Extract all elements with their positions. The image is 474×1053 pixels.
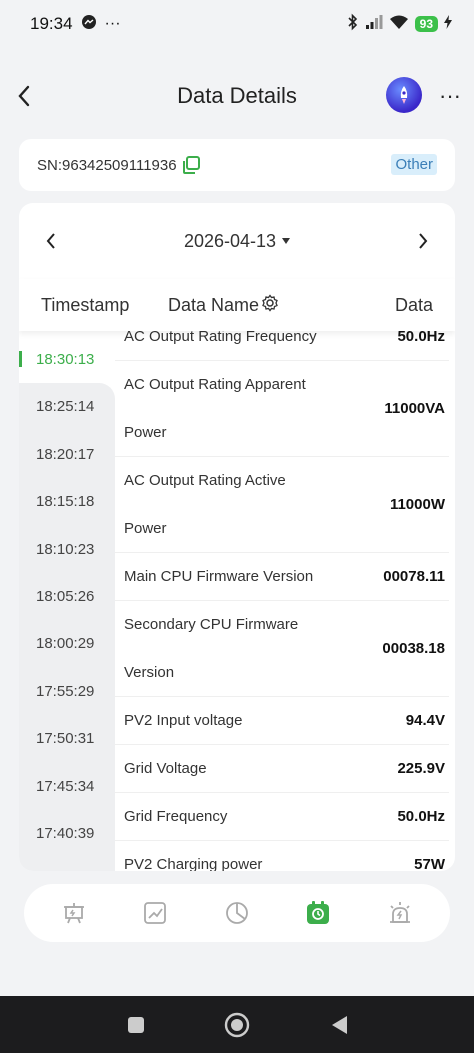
data-row-name: AC Output Rating Active Power (124, 472, 286, 537)
data-row: PV2 Input voltage 94.4V (115, 697, 449, 745)
more-icon: ··· (439, 83, 461, 108)
column-header: Timestamp Data Name Data (19, 279, 455, 331)
chevron-left-icon (46, 233, 55, 249)
data-row-name: Grid Voltage (124, 760, 207, 777)
date-dropdown[interactable]: 2026-04-13 (183, 230, 291, 252)
column-data: Data (394, 294, 433, 315)
data-row: Grid Voltage 225.9V (115, 745, 449, 793)
data-row-value: 50.0Hz (397, 331, 445, 345)
data-row-value: 11000W (389, 496, 445, 513)
data-row-value: 00038.18 (382, 640, 445, 657)
data-row: AC Output Rating Apparent Power 11000VA (115, 361, 449, 457)
history-data-icon[interactable] (304, 899, 332, 927)
timestamp-item[interactable]: 18:10:23 (36, 526, 116, 573)
avatar[interactable] (386, 77, 422, 113)
data-row-value: 94.4V (405, 712, 445, 729)
timestamp-item[interactable]: 18:30:13 (36, 336, 116, 383)
timestamp-item[interactable]: 18:05:26 (36, 573, 116, 620)
timestamp-list: 18:30:13 18:25:14 18:20:17 18:15:18 18:10:23… (19, 331, 115, 871)
settings-gear-icon[interactable] (261, 293, 279, 317)
data-row-name: PV2 Input voltage (124, 712, 243, 729)
recent-apps-button[interactable] (123, 1012, 149, 1038)
home-button[interactable] (224, 1012, 250, 1038)
data-row-value: 00078.11 (383, 568, 445, 585)
battery-level: 93 (414, 16, 438, 32)
alarm-icon[interactable] (386, 899, 414, 927)
data-row: PV2 Charging power 57W (115, 841, 449, 871)
data-row: AC Output Rating Active Power 11000W (115, 457, 449, 553)
data-row-name: AC Output Rating Frequency (124, 331, 317, 345)
page-title: Data Details (177, 83, 297, 108)
back-button[interactable] (10, 82, 38, 110)
copy-icon[interactable] (181, 154, 203, 176)
charging-icon (444, 14, 452, 34)
chevron-left-icon (18, 85, 30, 107)
data-row-name: AC Output Rating Apparent Power (124, 376, 306, 441)
signal-icon (365, 14, 383, 35)
timestamp-item[interactable]: 18:20:17 (36, 431, 116, 478)
date-selector-row: 2026-04-13 (19, 203, 455, 279)
data-row: Grid Frequency 50.0Hz (115, 793, 449, 841)
data-row-name: PV2 Charging power (124, 856, 263, 871)
square-icon (128, 1017, 144, 1033)
data-row-value: 11000VA (384, 400, 445, 417)
caret-down-icon (282, 238, 291, 244)
circle-icon (224, 1012, 250, 1038)
wifi-icon (389, 14, 409, 35)
column-data-name-label: Data Name (168, 294, 260, 315)
back-system-button[interactable] (326, 1012, 352, 1038)
device-icon[interactable] (60, 899, 88, 927)
pie-chart-icon[interactable] (223, 899, 251, 927)
timestamp-item[interactable]: 18:15:18 (36, 478, 116, 525)
data-row-name: Main CPU Firmware Version (124, 568, 314, 585)
selected-date: 2026-04-13 (183, 230, 277, 251)
system-navigation-bar (0, 996, 474, 1053)
data-row-name: Grid Frequency (124, 808, 228, 825)
more-options-button[interactable]: ··· (436, 82, 464, 110)
app-header: Data Details ··· (0, 72, 474, 120)
status-time: 19:34 (30, 14, 73, 33)
timestamp-item[interactable]: 17:45:34 (36, 763, 116, 810)
data-details-card: 2026-04-13 Timestamp Data Name Data 18:3… (19, 203, 455, 871)
bottom-navigation (24, 884, 450, 942)
timestamp-item[interactable]: 17:50:31 (36, 715, 116, 762)
data-row-value: 57W (414, 856, 445, 871)
timestamp-item[interactable]: 18:00:29 (36, 620, 116, 667)
messenger-icon (81, 14, 97, 35)
data-row-value: 50.0Hz (397, 808, 445, 825)
column-data-name: Data Name (168, 293, 279, 317)
serial-number: SN:96342509111936 (37, 156, 177, 174)
next-date-button[interactable] (411, 229, 435, 253)
status-bar: 19:34 ··· 93 (0, 0, 474, 48)
bluetooth-icon (347, 13, 359, 36)
data-row: Main CPU Firmware Version 00078.11 (115, 553, 449, 601)
device-type-badge: Other (391, 154, 437, 175)
triangle-back-icon (332, 1016, 347, 1034)
timestamp-item[interactable]: 17:40:39 (36, 810, 116, 857)
rocket-icon (400, 86, 408, 104)
data-row-value: 225.9V (397, 760, 445, 777)
trend-chart-icon[interactable] (141, 899, 169, 927)
column-timestamp: Timestamp (41, 294, 130, 315)
data-row-name: Secondary CPU Firmware Version (124, 616, 299, 681)
active-timestamp-indicator (19, 351, 22, 367)
data-row: AC Output Rating Frequency 50.0Hz (115, 331, 449, 361)
timestamp-item[interactable]: 17:55:29 (36, 668, 116, 715)
chevron-right-icon (419, 233, 428, 249)
data-list: AC Output Rating Frequency 50.0Hz AC Outpu… (115, 331, 455, 871)
timestamp-item[interactable]: 18:25:14 (36, 383, 116, 430)
more-notifications-icon: ··· (104, 15, 121, 32)
data-row: Secondary CPU Firmware Version 00038.18 (115, 601, 449, 697)
previous-date-button[interactable] (39, 229, 63, 253)
device-sn-card: SN:96342509111936 Other (19, 139, 455, 191)
